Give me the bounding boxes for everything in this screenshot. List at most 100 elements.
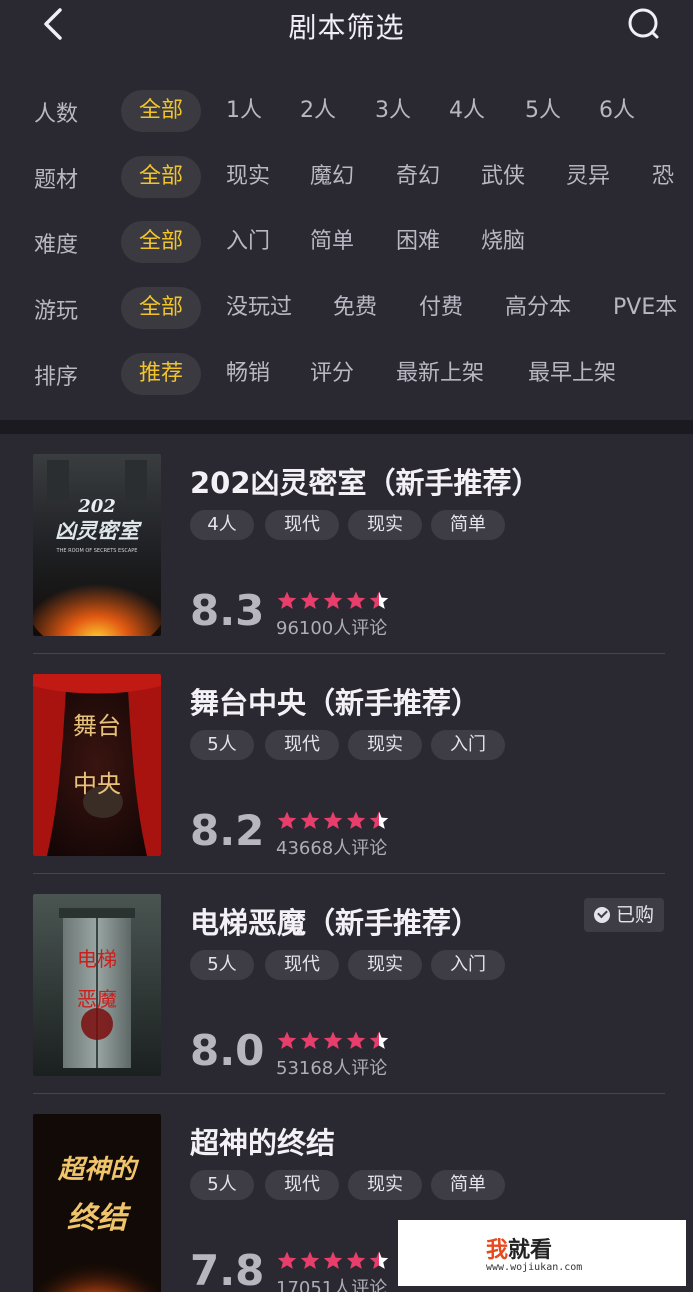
check-circle-icon <box>594 907 610 923</box>
star-icon <box>346 1251 366 1269</box>
filter-label: 游玩 <box>34 299 79 324</box>
filter-label: 难度 <box>34 233 79 258</box>
rating-score: 8.2 <box>190 806 265 855</box>
filter-option[interactable]: 1人 <box>208 90 280 132</box>
page-title: 剧本筛选 <box>288 11 405 44</box>
filter-option[interactable]: 最早上架 <box>510 353 634 395</box>
filter-option[interactable]: 全部 <box>121 221 202 263</box>
star-icon <box>300 811 320 829</box>
script-filter-page: 剧本筛选 人数 全部 1人 2人 3人 4人 5人 6人 题材 全部 现实 魔幻… <box>0 0 693 1292</box>
filter-option[interactable]: 3人 <box>357 90 429 132</box>
tag: 现代 <box>265 730 339 760</box>
filter-option[interactable]: 简单 <box>292 221 372 263</box>
cover-title-text: 电梯 <box>77 947 117 971</box>
filter-option[interactable]: 2人 <box>282 90 354 132</box>
watermark-banner: 我就看 www.wojiukan.com <box>398 1220 686 1286</box>
filter-option[interactable]: 4人 <box>431 90 503 132</box>
header: 剧本筛选 <box>0 0 693 60</box>
cover-title-text: 超神的 <box>57 1155 140 1185</box>
rating-score: 7.8 <box>190 1246 265 1292</box>
filter-option[interactable]: 免费 <box>315 287 395 329</box>
filter-option[interactable]: 奇幻 <box>378 156 458 198</box>
script-title[interactable]: 超神的终结 <box>190 1120 335 1162</box>
star-icon <box>369 1251 389 1269</box>
filter-option[interactable]: 入门 <box>208 221 288 263</box>
star-icon <box>323 1031 343 1049</box>
review-count: 43668人评论 <box>276 838 388 859</box>
filter-option[interactable]: 畅销 <box>208 353 288 395</box>
tag: 现实 <box>348 510 422 540</box>
section-divider <box>0 420 693 434</box>
filter-panel: 人数 全部 1人 2人 3人 4人 5人 6人 题材 全部 现实 魔幻 奇幻 武… <box>0 78 693 422</box>
filter-row-difficulty: 难度 全部 入门 简单 困难 烧脑 <box>0 221 693 265</box>
filter-option[interactable]: 武侠 <box>463 156 543 198</box>
script-title[interactable]: 舞台中央（新手推荐） <box>190 680 480 722</box>
review-count: 96100人评论 <box>276 618 388 639</box>
cover-subtitle-text: 恶魔 <box>77 987 117 1011</box>
filter-option[interactable]: 5人 <box>507 90 579 132</box>
tag: 现实 <box>348 950 422 980</box>
filter-option[interactable]: 付费 <box>401 287 481 329</box>
filter-option[interactable]: 6人 <box>581 90 653 132</box>
star-icon <box>300 1251 320 1269</box>
filter-option[interactable]: 高分本 <box>487 287 589 329</box>
purchased-badge: 已购 <box>584 898 664 932</box>
tag: 简单 <box>431 1170 505 1200</box>
filter-option[interactable]: 没玩过 <box>208 287 310 329</box>
filter-option[interactable]: 魔幻 <box>292 156 372 198</box>
watermark-text: 我就看 <box>486 1232 552 1264</box>
filter-label: 人数 <box>34 102 79 127</box>
star-icon <box>346 811 366 829</box>
filter-option[interactable]: 困难 <box>378 221 458 263</box>
script-card[interactable]: 202 凶灵密室 THE ROOM OF SECRETS ESCAPE 202凶… <box>0 434 693 654</box>
filter-row-sort: 排序 推荐 畅销 评分 最新上架 最早上架 <box>0 353 693 397</box>
cover-subtitle-text: 终结 <box>67 1201 132 1236</box>
watermark-text-1: 我 <box>486 1238 509 1263</box>
script-card[interactable]: 舞台 中央 舞台中央（新手推荐） 5人 现代 现实 入门 8.2 43668人评… <box>0 654 693 874</box>
filter-option[interactable]: 全部 <box>121 156 202 198</box>
filter-option[interactable]: 灵异 <box>548 156 628 198</box>
star-icon <box>346 591 366 609</box>
filter-option[interactable]: 全部 <box>121 287 202 329</box>
cover-title-text: 202 <box>77 496 116 517</box>
star-icon <box>277 1031 297 1049</box>
tag: 入门 <box>431 950 505 980</box>
filter-option[interactable]: 现实 <box>208 156 288 198</box>
filter-option[interactable]: 全部 <box>121 90 202 132</box>
search-icon <box>628 8 659 39</box>
star-icon <box>277 811 297 829</box>
filter-option[interactable]: 恐 <box>634 156 692 198</box>
script-title[interactable]: 电梯恶魔（新手推荐） <box>190 900 480 942</box>
search-button[interactable] <box>624 4 664 44</box>
tag: 现代 <box>265 950 339 980</box>
cover-subtitle-text: 凶灵密室 <box>55 519 142 543</box>
tag: 入门 <box>431 730 505 760</box>
tag: 4人 <box>190 510 254 540</box>
script-card[interactable]: 电梯 恶魔 电梯恶魔（新手推荐） 已购 5人 现代 现实 入门 8.0 5316… <box>0 874 693 1094</box>
review-count: 17051人评论 <box>276 1278 388 1292</box>
script-list: 202 凶灵密室 THE ROOM OF SECRETS ESCAPE 202凶… <box>0 434 693 1292</box>
review-count: 53168人评论 <box>276 1058 388 1079</box>
tag: 简单 <box>431 510 505 540</box>
star-icon <box>323 591 343 609</box>
filter-option[interactable]: 最新上架 <box>378 353 502 395</box>
script-cover-image: 舞台 中央 <box>33 674 161 856</box>
tag: 5人 <box>190 730 254 760</box>
star-icon <box>277 1251 297 1269</box>
filter-row-play: 游玩 全部 没玩过 免费 付费 高分本 PVE本 <box>0 287 693 331</box>
script-cover-image: 202 凶灵密室 THE ROOM OF SECRETS ESCAPE <box>33 454 161 636</box>
star-icon <box>346 1031 366 1049</box>
star-icon <box>323 811 343 829</box>
watermark-text-2: 就看 <box>508 1238 553 1263</box>
filter-option[interactable]: 推荐 <box>121 353 202 395</box>
filter-label: 排序 <box>34 365 79 390</box>
cover-caption-text: THE ROOM OF SECRETS ESCAPE <box>56 548 138 554</box>
filter-option[interactable]: 评分 <box>292 353 372 395</box>
tag: 现代 <box>265 1170 339 1200</box>
filter-option[interactable]: PVE本 <box>595 287 693 329</box>
script-cover-image: 超神的 终结 <box>33 1114 161 1292</box>
script-title[interactable]: 202凶灵密室（新手推荐） <box>190 460 541 502</box>
cover-subtitle-text: 中央 <box>73 770 121 798</box>
filter-option[interactable]: 烧脑 <box>463 221 543 263</box>
star-icon <box>369 591 389 609</box>
